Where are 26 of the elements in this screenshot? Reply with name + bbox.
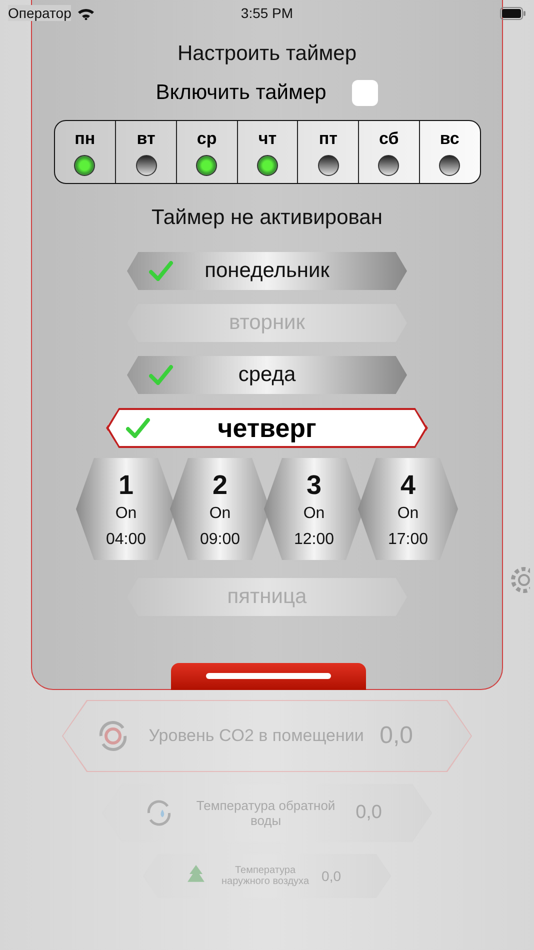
timer-status: Таймер не активирован [152, 206, 382, 230]
carrier-name: Оператор [8, 5, 72, 21]
day-button[interactable]: среда [127, 356, 407, 394]
wifi-icon [77, 6, 96, 20]
weekday-label: вс [440, 128, 460, 148]
weekday-label: чт [258, 128, 277, 148]
weekday-label: вт [136, 128, 156, 148]
day-button[interactable]: понедельник [127, 252, 407, 290]
day-button[interactable]: четверг [106, 408, 428, 448]
sensor-label: Температура наружного воздуха [220, 865, 310, 887]
battery-icon [500, 6, 526, 20]
check-icon [149, 261, 173, 281]
check-icon [126, 418, 150, 438]
panel-handle[interactable] [171, 663, 366, 690]
status-time: 3:55 PM [240, 5, 294, 21]
weekday-label: ср [196, 128, 217, 148]
weekday-label: пн [74, 128, 96, 148]
weekday-label: сб [379, 128, 399, 148]
weekday-label: пт [318, 128, 338, 148]
enable-timer-checkbox[interactable] [352, 80, 378, 106]
sensor-label: Температура обратной воды [195, 798, 336, 828]
sensor-label: Уровень CO2 в помещении [148, 726, 365, 746]
panel-title: Настроить таймер [177, 42, 357, 66]
timer-slot-button[interactable]: 4 On 17:00 [358, 458, 458, 560]
enable-timer-label: Включить таймер [156, 81, 326, 105]
check-icon [149, 365, 173, 385]
